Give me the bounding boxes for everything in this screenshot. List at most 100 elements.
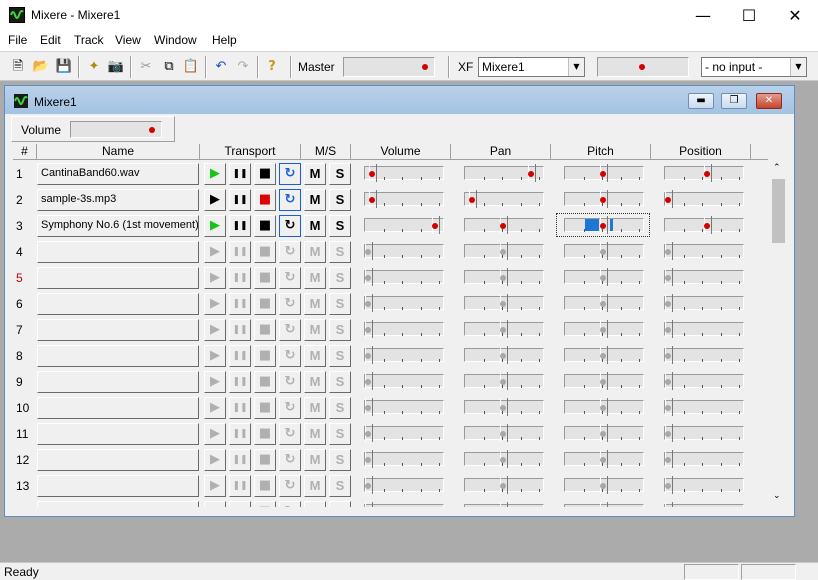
- volume-slider-thumb[interactable]: [363, 398, 373, 417]
- track-name-field[interactable]: [37, 501, 199, 507]
- pitch-slider[interactable]: [564, 346, 644, 364]
- scrollbar-thumb[interactable]: [772, 179, 785, 243]
- solo-button[interactable]: S: [329, 423, 351, 445]
- position-slider-thumb[interactable]: [663, 242, 673, 261]
- position-slider-thumb[interactable]: [663, 268, 673, 287]
- mute-button[interactable]: M: [304, 501, 326, 507]
- play-icon[interactable]: ▶: [204, 475, 226, 497]
- pan-slider[interactable]: [464, 294, 544, 312]
- volume-slider[interactable]: [364, 476, 444, 494]
- crossfade-slider-thumb[interactable]: [639, 64, 645, 70]
- open-folder-icon[interactable]: 📂: [31, 57, 51, 76]
- input-select[interactable]: - no input - ▼: [701, 57, 807, 77]
- play-icon[interactable]: ▶: [204, 163, 226, 185]
- col-volume[interactable]: Volume: [351, 144, 451, 160]
- mute-button[interactable]: M: [304, 215, 326, 237]
- stop-icon[interactable]: ■: [254, 475, 276, 497]
- solo-button[interactable]: S: [329, 501, 351, 507]
- pause-icon[interactable]: ❚❚: [229, 397, 251, 419]
- menu-edit[interactable]: Edit: [40, 33, 61, 47]
- col-number[interactable]: #: [13, 144, 37, 160]
- position-slider[interactable]: [664, 372, 744, 390]
- pitch-slider-thumb[interactable]: [598, 502, 608, 507]
- play-icon[interactable]: ▶: [204, 189, 226, 211]
- pitch-slider[interactable]: [564, 164, 644, 182]
- pan-slider[interactable]: [464, 190, 544, 208]
- pause-icon[interactable]: ❚❚: [229, 345, 251, 367]
- position-slider-thumb[interactable]: [663, 294, 673, 313]
- stop-icon[interactable]: ■: [254, 449, 276, 471]
- pitch-slider[interactable]: [564, 320, 644, 338]
- track-name-field[interactable]: [37, 449, 199, 471]
- mute-button[interactable]: M: [304, 241, 326, 263]
- volume-slider[interactable]: [364, 424, 444, 442]
- pitch-slider-thumb[interactable]: [598, 398, 608, 417]
- pitch-slider[interactable]: [564, 242, 644, 260]
- volume-slider[interactable]: [364, 190, 444, 208]
- solo-button[interactable]: S: [329, 293, 351, 315]
- stop-icon[interactable]: ■: [254, 501, 276, 507]
- pause-icon[interactable]: ❚❚: [229, 501, 251, 507]
- pause-icon[interactable]: ❚❚: [229, 189, 251, 211]
- close-button[interactable]: ✕: [772, 0, 818, 31]
- mute-button[interactable]: M: [304, 267, 326, 289]
- play-icon[interactable]: ▶: [204, 371, 226, 393]
- pitch-slider-thumb[interactable]: [598, 190, 608, 209]
- position-slider[interactable]: [664, 190, 744, 208]
- pause-icon[interactable]: ❚❚: [229, 371, 251, 393]
- pause-icon[interactable]: ❚❚: [229, 475, 251, 497]
- volume-slider[interactable]: [364, 294, 444, 312]
- mute-button[interactable]: M: [304, 449, 326, 471]
- position-slider[interactable]: [664, 346, 744, 364]
- solo-button[interactable]: S: [329, 163, 351, 185]
- track-name-field[interactable]: sample-3s.mp3: [37, 189, 199, 211]
- crossfade-slider[interactable]: [597, 57, 689, 77]
- mute-button[interactable]: M: [304, 345, 326, 367]
- pause-icon[interactable]: ❚❚: [229, 319, 251, 341]
- pause-icon[interactable]: ❚❚: [229, 423, 251, 445]
- pitch-slider-thumb[interactable]: [598, 320, 608, 339]
- loop-icon[interactable]: ↻: [279, 345, 301, 367]
- track-name-field[interactable]: [37, 241, 199, 263]
- volume-slider[interactable]: [364, 398, 444, 416]
- position-slider[interactable]: [664, 502, 744, 507]
- position-slider[interactable]: [664, 450, 744, 468]
- master-slider-thumb[interactable]: [421, 64, 428, 70]
- undo-icon[interactable]: ↶: [211, 57, 231, 76]
- pan-slider-thumb[interactable]: [498, 398, 508, 417]
- paste-icon[interactable]: 📋: [181, 57, 201, 76]
- pitch-slider-thumb[interactable]: [598, 424, 608, 443]
- loop-icon[interactable]: ↻: [279, 423, 301, 445]
- volume-slider-thumb[interactable]: [363, 320, 373, 339]
- position-slider[interactable]: [664, 398, 744, 416]
- cut-icon[interactable]: ✂: [136, 57, 156, 76]
- col-pitch[interactable]: Pitch: [551, 144, 651, 160]
- pitch-slider-thumb[interactable]: [598, 476, 608, 495]
- stop-icon[interactable]: ■: [254, 397, 276, 419]
- pan-slider[interactable]: [464, 502, 544, 507]
- volume-slider[interactable]: [364, 216, 444, 234]
- solo-button[interactable]: S: [329, 371, 351, 393]
- pitch-slider-thumb[interactable]: [598, 164, 608, 183]
- pitch-slider-thumb[interactable]: [598, 268, 608, 287]
- col-position[interactable]: Position: [651, 144, 751, 160]
- volume-slider[interactable]: [364, 450, 444, 468]
- pan-slider-thumb[interactable]: [498, 372, 508, 391]
- loop-icon[interactable]: ↻: [279, 371, 301, 393]
- position-slider-thumb[interactable]: [702, 164, 712, 183]
- new-file-icon[interactable]: 🗎: [8, 57, 28, 76]
- col-name[interactable]: Name: [37, 144, 200, 160]
- solo-button[interactable]: S: [329, 189, 351, 211]
- pitch-slider[interactable]: [564, 294, 644, 312]
- loop-icon[interactable]: ↻: [279, 475, 301, 497]
- pause-icon[interactable]: ❚❚: [229, 241, 251, 263]
- position-slider-thumb[interactable]: [663, 190, 673, 209]
- menu-window[interactable]: Window: [154, 33, 197, 47]
- pan-slider-thumb[interactable]: [498, 268, 508, 287]
- auto-trigger-icon[interactable]: ✦: [84, 57, 104, 76]
- track-name-field[interactable]: [37, 319, 199, 341]
- volume-slider-thumb[interactable]: [367, 190, 377, 209]
- solo-button[interactable]: S: [329, 345, 351, 367]
- col-transport[interactable]: Transport: [200, 144, 301, 160]
- loop-icon[interactable]: ↻: [279, 319, 301, 341]
